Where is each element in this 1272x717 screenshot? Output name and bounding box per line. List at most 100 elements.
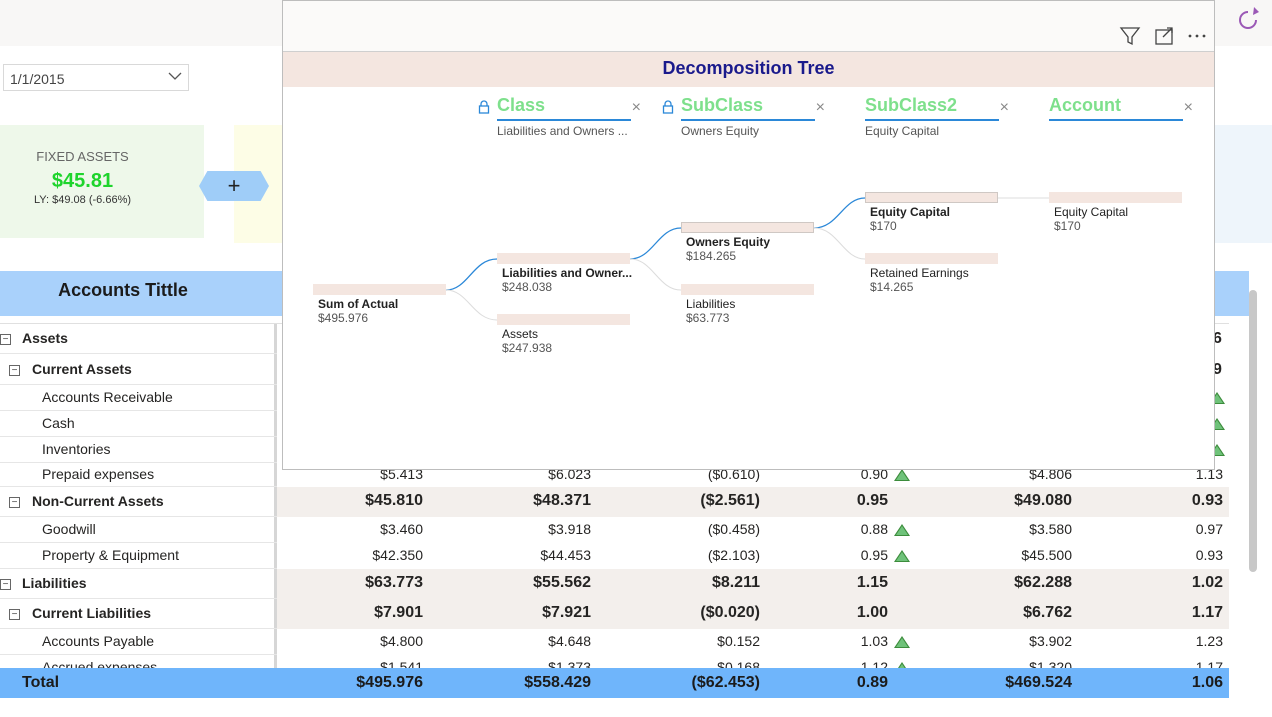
node-bar (865, 253, 998, 264)
table-row[interactable]: Goodwill $3.460 $3.918 ($0.458) 0.88 $3.580 0.… (0, 517, 1229, 543)
refresh-icon[interactable] (1239, 7, 1259, 29)
collapse-icon[interactable]: − (0, 579, 11, 590)
collapse-icon[interactable]: − (9, 609, 20, 620)
row-label: Non-Current Assets (32, 493, 164, 509)
add-button[interactable]: + (199, 171, 269, 201)
node-value: $170 (870, 219, 897, 233)
table-cell: $4.648 (548, 633, 591, 649)
row-label: Current Liabilities (32, 605, 152, 621)
node-label: Assets (502, 327, 539, 341)
collapse-icon[interactable]: − (9, 364, 20, 376)
table-row[interactable]: Property & Equipment $42.350 $44.453 ($2.10… (0, 543, 1229, 569)
table-cell: 1.17 (1191, 604, 1223, 621)
accounts-title: Accounts Tittle (58, 280, 188, 300)
node-bar (497, 253, 630, 264)
table-cell: 0.88 (860, 521, 888, 537)
row-cells: $63.773 $55.562 $8.211 1.15 $62.288 1.02 (277, 574, 1229, 594)
row-cells: $3.460 $3.918 ($0.458) 0.88 $3.580 0.97 (277, 521, 1229, 541)
up-triangle-icon (894, 550, 910, 562)
table-row[interactable]: Accrued expenses $1.541 $1.373 $0.168 1.12 $1… (0, 655, 1229, 669)
total-cell: ($62.453) (691, 674, 761, 691)
row-label: Current Assets (32, 360, 132, 377)
total-cell: $558.429 (524, 674, 591, 691)
node-value: $184.265 (686, 249, 737, 263)
node-label: Owners Equity (686, 235, 771, 249)
table-cell: $3.902 (1029, 633, 1072, 649)
row-label: Liabilities (22, 575, 87, 591)
node-label: Liabilities and Owner... (502, 266, 633, 280)
table-cell: $6.762 (1023, 604, 1072, 621)
table-row[interactable]: Accounts Payable $4.800 $4.648 $0.152 1.03 $3… (0, 629, 1229, 655)
fixed-assets-kpi-card: FIXED ASSETS $45.81 LY: $49.08 (-6.66%) (0, 125, 204, 238)
table-cell: $8.211 (711, 574, 760, 591)
row-cells: $45.810 $48.371 ($2.561) 0.95 $49.080 0.93 (277, 492, 1229, 512)
table-cell: $0.152 (717, 633, 760, 649)
collapse-icon[interactable]: − (0, 334, 11, 345)
row-label: Property & Equipment (42, 547, 179, 563)
node-value: $248.038 (502, 280, 553, 294)
table-cell: $62.288 (1014, 574, 1072, 591)
row-label: Accounts Receivable (42, 389, 173, 405)
table-cell: $49.080 (1014, 492, 1072, 509)
node-value: $170 (1054, 219, 1081, 233)
table-cell: 1.03 (860, 633, 888, 649)
kpi-card-right (1214, 125, 1272, 243)
table-cell: 0.93 (1195, 547, 1223, 563)
row-label: Cash (42, 415, 75, 431)
node-value: $247.938 (502, 341, 553, 355)
table-cell: $42.350 (372, 547, 423, 563)
row-label: Assets (22, 330, 68, 346)
node-bar (313, 284, 446, 295)
table-cell: $4.800 (380, 633, 423, 649)
table-cell: 1.23 (1195, 633, 1223, 649)
kpi-title: FIXED ASSETS (36, 149, 129, 164)
total-label: Total (22, 674, 60, 691)
row-cells: $42.350 $44.453 ($2.103) 0.95 $45.500 0.93 (277, 547, 1229, 567)
table-row[interactable]: − Liabilities $63.773 $55.562 $8.211 1.15 $62.… (0, 569, 1229, 599)
table-cell: 0.95 (860, 547, 888, 563)
node-label: Equity Capital (1054, 205, 1129, 219)
table-cell: 1.00 (856, 604, 888, 621)
row-label: Accounts Payable (42, 633, 155, 649)
node-bar (865, 192, 998, 203)
table-cell: $3.580 (1029, 521, 1072, 537)
date-slicer[interactable]: 1/1/2015 (3, 64, 189, 91)
table-cell: 0.95 (856, 492, 888, 509)
row-cells: $4.800 $4.648 $0.152 1.03 $3.902 1.23 (277, 633, 1229, 653)
kpi-last-year: LY: $49.08 (-6.66%) (33, 194, 132, 206)
table-cell: $7.921 (542, 604, 591, 621)
table-cell: $7.901 (374, 604, 423, 621)
table-cell: $45.810 (365, 492, 423, 509)
row-cells: $7.901 $7.921 ($0.020) 1.00 $6.762 1.17 (277, 604, 1229, 624)
table-cell: $3.460 (380, 521, 423, 537)
table-row[interactable]: − Non-Current Assets $45.810 $48.371 ($2.561… (0, 487, 1229, 517)
up-triangle-icon (894, 524, 910, 536)
node-bar (497, 314, 630, 325)
table-cell: 0.97 (1195, 521, 1223, 537)
node-label: Retained Earnings (870, 266, 969, 280)
date-slicer-value: 1/1/2015 (10, 71, 65, 87)
vertical-scrollbar[interactable] (1249, 290, 1257, 572)
total-cell: $495.976 (356, 674, 423, 691)
node-bar (681, 222, 814, 233)
node-value: $495.976 (318, 311, 369, 325)
table-cell: ($2.103) (707, 547, 760, 563)
table-cell: $55.562 (533, 574, 591, 591)
decomposition-tree-visual[interactable]: Decomposition Tree Class × Liabilities a… (282, 0, 1215, 470)
kpi-value: $45.81 (51, 170, 114, 192)
up-triangle-icon (894, 636, 910, 648)
table-cell: 0.93 (1191, 492, 1223, 509)
collapse-icon[interactable]: − (9, 497, 20, 508)
node-label: Equity Capital (870, 205, 951, 219)
table-cell: 1.15 (856, 574, 888, 591)
table-cell: $44.453 (540, 547, 591, 563)
table-cell: $48.371 (533, 492, 591, 509)
chevron-down-icon (168, 72, 182, 80)
node-value: $63.773 (686, 311, 730, 325)
table-row[interactable]: − Current Liabilities $7.901 $7.921 ($0.020)… (0, 599, 1229, 629)
row-label: Prepaid expenses (42, 466, 155, 482)
table-cell: $45.500 (1021, 547, 1072, 563)
table-cell: ($2.561) (700, 492, 760, 509)
table-cell: ($0.458) (707, 521, 760, 537)
table-cell: $63.773 (365, 574, 423, 591)
